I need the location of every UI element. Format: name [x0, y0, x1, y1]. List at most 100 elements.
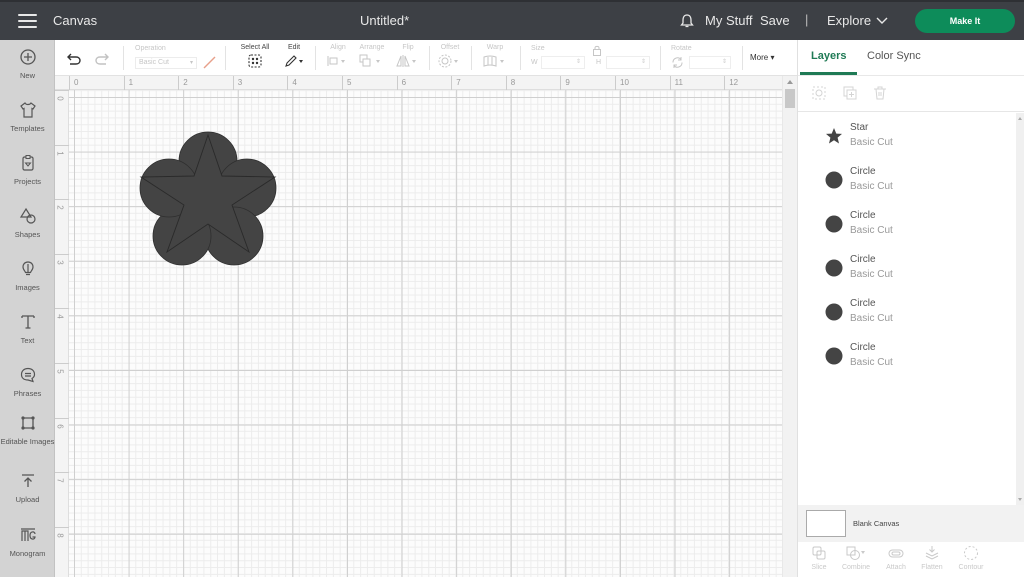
toolbar-divider: [742, 46, 743, 70]
sidebar-item-upload[interactable]: Upload: [0, 472, 55, 505]
projects-icon: [21, 155, 34, 171]
flatten-icon: [925, 546, 939, 560]
align-menu[interactable]: Align: [325, 44, 351, 68]
slice-button[interactable]: Slice: [799, 545, 839, 571]
layer-operation: Basic Cut: [850, 269, 893, 280]
bell-icon[interactable]: [679, 13, 695, 29]
slice-icon: [812, 546, 826, 560]
rotate-icon[interactable]: [671, 56, 684, 69]
layer-item[interactable]: Star Basic Cut: [798, 113, 1016, 157]
sidebar-item-monogram[interactable]: Monogram: [0, 526, 55, 559]
ruler-tick: [669, 76, 671, 90]
duplicate-icon[interactable]: [842, 85, 858, 101]
layer-item[interactable]: Circle Basic Cut: [798, 157, 1016, 201]
layer-list-scrollbar[interactable]: [1016, 113, 1024, 505]
plus-circle-icon: [19, 49, 36, 65]
offset-button[interactable]: Offset: [437, 44, 463, 68]
ruler-tick: [451, 76, 453, 90]
shapes-icon: [19, 207, 36, 224]
ruler-tick: [55, 199, 69, 201]
flatten-button[interactable]: Flatten: [912, 545, 952, 571]
layer-item[interactable]: Circle Basic Cut: [798, 333, 1016, 377]
edit-menu-button[interactable]: Edit: [281, 44, 307, 68]
redo-icon[interactable]: [94, 52, 110, 66]
trash-icon[interactable]: [872, 85, 888, 101]
blank-canvas-label: Blank Canvas: [853, 519, 900, 528]
blank-canvas-swatch[interactable]: [806, 510, 846, 537]
explore-menu[interactable]: Explore: [827, 13, 871, 28]
rotate-label: Rotate: [671, 45, 692, 52]
attach-button[interactable]: Attach: [876, 545, 916, 571]
rotate-input[interactable]: ⇕: [689, 56, 731, 69]
design-canvas[interactable]: [69, 90, 782, 577]
layer-item[interactable]: Circle Basic Cut: [798, 289, 1016, 333]
more-menu-button[interactable]: More ▾: [750, 53, 774, 62]
align-icon: [327, 56, 345, 66]
ruler-tick: [287, 76, 289, 90]
pencil-icon: [285, 55, 303, 67]
toolbar-divider: [429, 46, 430, 70]
ruler-tick: [55, 417, 69, 419]
sidebar-item-templates[interactable]: Templates: [0, 101, 55, 134]
height-input[interactable]: ⇕: [606, 56, 650, 69]
tshirt-icon: [19, 102, 36, 118]
scrollbar-thumb[interactable]: [785, 89, 795, 108]
canvas-vertical-scrollbar[interactable]: [782, 76, 797, 577]
warp-button[interactable]: Warp: [481, 44, 509, 68]
ruler-tick: [615, 76, 616, 90]
linetype-swatch-icon[interactable]: [203, 56, 216, 69]
group-icon[interactable]: [811, 85, 827, 101]
my-stuff-link[interactable]: My Stuff: [705, 13, 752, 28]
ruler-tick: [55, 308, 69, 310]
ruler-tick: [55, 144, 69, 146]
layer-item[interactable]: Circle Basic Cut: [798, 201, 1016, 245]
sidebar-item-projects[interactable]: Projects: [0, 154, 55, 187]
tab-color-sync[interactable]: Color Sync: [867, 50, 921, 62]
sidebar-item-shapes[interactable]: Shapes: [0, 207, 55, 240]
ruler-tick-label: 4: [55, 314, 65, 320]
save-button[interactable]: Save: [760, 13, 790, 28]
ruler-tick-label: 1: [55, 150, 65, 156]
scroll-up-arrow-icon[interactable]: [1018, 117, 1022, 120]
lock-icon[interactable]: [592, 45, 602, 56]
blank-canvas-row[interactable]: Blank Canvas: [798, 505, 1024, 542]
tab-layers[interactable]: Layers: [811, 50, 846, 62]
operation-label: Operation: [135, 45, 166, 52]
ruler-tick-label: 4: [292, 78, 297, 87]
ruler-tick-label: 1: [128, 78, 134, 87]
sidebar-item-images[interactable]: Images: [0, 260, 55, 293]
flower-star-design[interactable]: [137, 130, 279, 270]
combine-icon: [846, 546, 865, 560]
layer-item[interactable]: Circle Basic Cut: [798, 245, 1016, 289]
ruler-tick: [560, 76, 562, 90]
ruler-tick-label: 6: [55, 423, 65, 429]
sidebar-item-text[interactable]: Text: [0, 313, 55, 346]
document-title[interactable]: Untitled*: [360, 13, 409, 28]
flip-menu[interactable]: Flip: [395, 44, 421, 68]
hamburger-icon[interactable]: [18, 14, 37, 28]
operation-select[interactable]: Basic Cut ▾: [135, 57, 197, 69]
toolbar-divider: [123, 46, 124, 70]
scroll-down-arrow-icon[interactable]: [1018, 498, 1022, 501]
topbar-separator: |: [805, 12, 809, 27]
sidebar-item-new[interactable]: New: [0, 48, 55, 81]
sidebar-item-phrases[interactable]: Phrases: [0, 366, 55, 399]
toolbar-divider: [315, 46, 316, 70]
combine-button[interactable]: Combine: [836, 545, 876, 571]
ruler-tick-label: 9: [565, 78, 570, 87]
ruler-tick: [55, 526, 69, 528]
upload-icon: [21, 474, 34, 487]
width-input[interactable]: ⇕: [541, 56, 585, 69]
select-all-button[interactable]: Select All: [236, 44, 274, 68]
scroll-up-arrow-icon[interactable]: [787, 80, 793, 84]
sidebar-item-editable-images[interactable]: Editable Images: [0, 414, 55, 447]
arrange-menu[interactable]: Arrange: [356, 44, 388, 68]
edit-toolbar: Operation Basic Cut ▾ Select All Edit Ali…: [55, 40, 797, 76]
chevron-down-icon[interactable]: [876, 15, 888, 25]
undo-icon[interactable]: [66, 52, 82, 66]
make-it-button[interactable]: Make It: [915, 9, 1015, 33]
ruler-tick-label: 8: [55, 533, 65, 538]
design-sidebar: New Templates Projects Shapes Images Tex…: [0, 40, 55, 577]
contour-button[interactable]: Contour: [951, 545, 991, 571]
ruler-tick: [69, 76, 70, 90]
